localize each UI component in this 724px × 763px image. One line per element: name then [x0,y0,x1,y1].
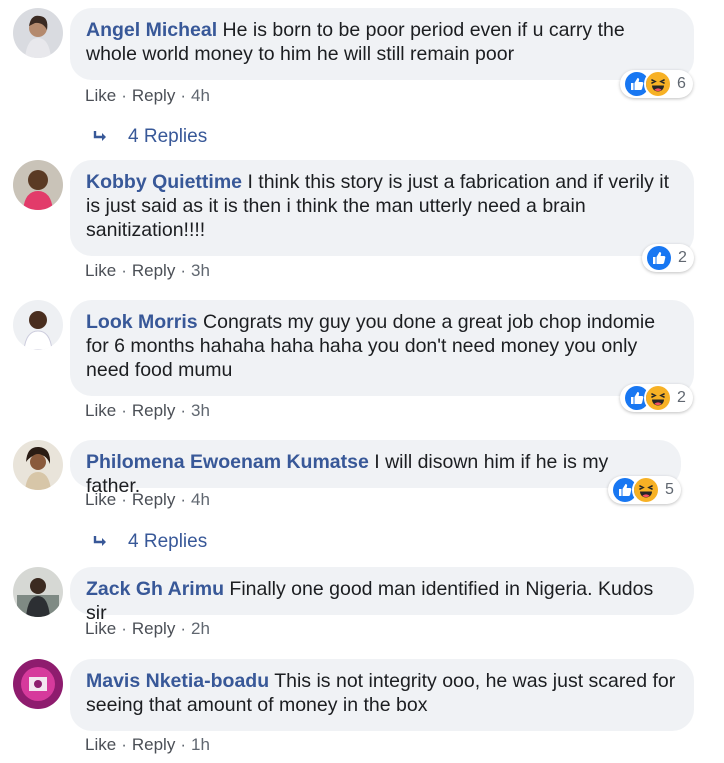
comment-bubble: Zack Gh Arimu Finally one good man ident… [70,567,694,624]
reply-link[interactable]: Reply [132,735,175,754]
separator-dot: · [180,490,186,509]
comment-bubble: Philomena Ewoenam Kumatse I will disown … [70,440,681,497]
comment-actions: Like · Reply · 4h [85,86,210,106]
comment-timestamp[interactable]: 2h [191,619,210,638]
separator-dot: · [121,490,127,509]
separator-dot: · [180,261,186,280]
comment-actions: Like · Reply · 2h [85,619,210,639]
separator-dot: · [121,86,127,105]
comment-author[interactable]: Philomena Ewoenam Kumatse [86,451,369,473]
comment-timestamp[interactable]: 4h [191,490,210,509]
reaction-summary[interactable]: 2 [642,244,694,272]
separator-dot: · [121,619,127,638]
separator-dot: · [180,401,186,420]
separator-dot: · [180,86,186,105]
reaction-count: 2 [678,249,687,266]
reply-arrow-icon [93,131,106,141]
comment-timestamp[interactable]: 3h [191,261,210,280]
like-link[interactable]: Like [85,619,116,638]
reply-link[interactable]: Reply [132,401,175,420]
comment-actions: Like · Reply · 4h [85,490,210,510]
haha-icon [632,476,660,504]
reply-link[interactable]: Reply [132,490,175,509]
comment-thread: Angel Micheal He is born to be poor peri… [0,0,724,763]
view-replies-link[interactable]: 4 Replies [92,126,207,148]
reaction-count: 6 [677,75,686,92]
comment-actions: Like · Reply · 3h [85,261,210,281]
comment-timestamp[interactable]: 1h [191,735,210,754]
separator-dot: · [121,735,127,754]
comment-actions: Like · Reply · 1h [85,735,210,755]
like-link[interactable]: Like [85,735,116,754]
avatar-kobby-quiettime[interactable] [13,160,63,210]
haha-icon [644,70,672,98]
like-link[interactable]: Like [85,490,116,509]
comment-author[interactable]: Look Morris [86,311,198,333]
haha-icon [644,384,672,412]
separator-dot: · [121,261,127,280]
like-link[interactable]: Like [85,401,116,420]
reaction-summary[interactable]: 5 [608,476,681,504]
separator-dot: · [121,401,127,420]
separator-dot: · [180,735,186,754]
replies-count-label: 4 Replies [128,531,208,552]
like-link[interactable]: Like [85,261,116,280]
view-replies-link[interactable]: 4 Replies [92,531,207,553]
comment-author[interactable]: Kobby Quiettime [86,171,242,193]
avatar-look-morris[interactable] [13,300,63,350]
comment-bubble: Angel Micheal He is born to be poor peri… [70,8,694,80]
avatar-angel-micheal[interactable] [13,8,63,58]
avatar-mavis-nketia-boadu[interactable] [13,659,63,709]
reaction-count: 2 [677,389,686,406]
avatar-zack-gh-arimu[interactable] [13,567,63,617]
comment-author[interactable]: Mavis Nketia-boadu [86,670,269,692]
comment-bubble: Mavis Nketia-boadu This is not integrity… [70,659,694,731]
like-icon [645,244,673,272]
comment-bubble: Kobby Quiettime I think this story is ju… [70,160,694,256]
reply-arrow-icon [93,536,106,546]
separator-dot: · [180,619,186,638]
reaction-summary[interactable]: 2 [620,384,693,412]
replies-count-label: 4 Replies [128,126,208,147]
reply-link[interactable]: Reply [132,86,175,105]
comment-timestamp[interactable]: 3h [191,401,210,420]
reply-link[interactable]: Reply [132,261,175,280]
reply-link[interactable]: Reply [132,619,175,638]
like-link[interactable]: Like [85,86,116,105]
comment-author[interactable]: Angel Micheal [86,19,217,41]
comment-bubble: Look Morris Congrats my guy you done a g… [70,300,694,396]
comment-author[interactable]: Zack Gh Arimu [86,578,224,600]
reaction-summary[interactable]: 6 [620,70,693,98]
reaction-count: 5 [665,481,674,498]
avatar-philomena-ewoenam-kumatse[interactable] [13,440,63,490]
comment-timestamp[interactable]: 4h [191,86,210,105]
comment-actions: Like · Reply · 3h [85,401,210,421]
